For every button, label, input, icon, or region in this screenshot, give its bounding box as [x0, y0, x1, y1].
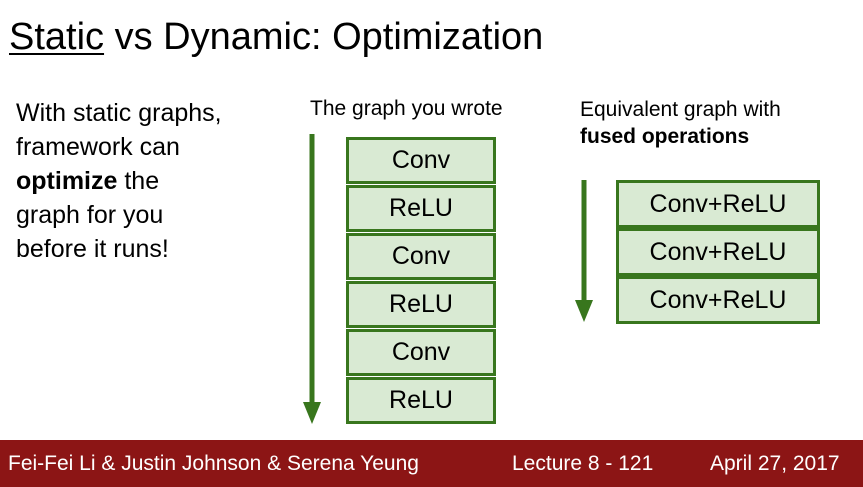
right-caption-bold: fused operations: [580, 125, 750, 148]
right-caption-line-1: Equivalent graph with: [580, 98, 781, 121]
intro-line-2: framework can: [16, 133, 180, 161]
left-node-relu-1: ReLU: [346, 185, 496, 232]
intro-line-5: before it runs!: [16, 235, 169, 263]
right-graph-caption: Equivalent graph with fused operations: [580, 96, 781, 150]
footer-lecture: Lecture 8 - 121: [512, 452, 654, 475]
slide-title: Static vs Dynamic: Optimization: [9, 14, 543, 60]
left-node-relu-2: ReLU: [346, 281, 496, 328]
left-graph-caption: The graph you wrote: [310, 97, 503, 120]
left-node-conv-2: Conv: [346, 233, 496, 280]
title-static: Static: [9, 16, 105, 58]
left-node-relu-3: ReLU: [346, 377, 496, 424]
left-node-conv-3: Conv: [346, 329, 496, 376]
right-flow-arrow: [575, 180, 593, 322]
right-node-fused-1: Conv+ReLU: [616, 180, 820, 228]
intro-line-1: With static graphs,: [16, 99, 222, 127]
intro-line-3-rest: the: [117, 167, 160, 195]
intro-bold-optimize: optimize: [16, 167, 118, 195]
footer-bar: Fei-Fei Li & Justin Johnson & Serena Yeu…: [0, 440, 863, 487]
right-node-fused-2: Conv+ReLU: [616, 228, 820, 276]
left-node-conv-1: Conv: [346, 137, 496, 184]
intro-text: With static graphs, framework can optimi…: [16, 96, 296, 266]
footer-date: April 27, 2017: [710, 452, 840, 475]
intro-line-4: graph for you: [16, 201, 164, 229]
title-rest: vs Dynamic: Optimization: [104, 16, 544, 58]
right-node-fused-3: Conv+ReLU: [616, 276, 820, 324]
left-flow-arrow: [303, 134, 321, 424]
footer-authors: Fei-Fei Li & Justin Johnson & Serena Yeu…: [8, 452, 419, 475]
intro-line-3: optimize the: [16, 164, 296, 198]
